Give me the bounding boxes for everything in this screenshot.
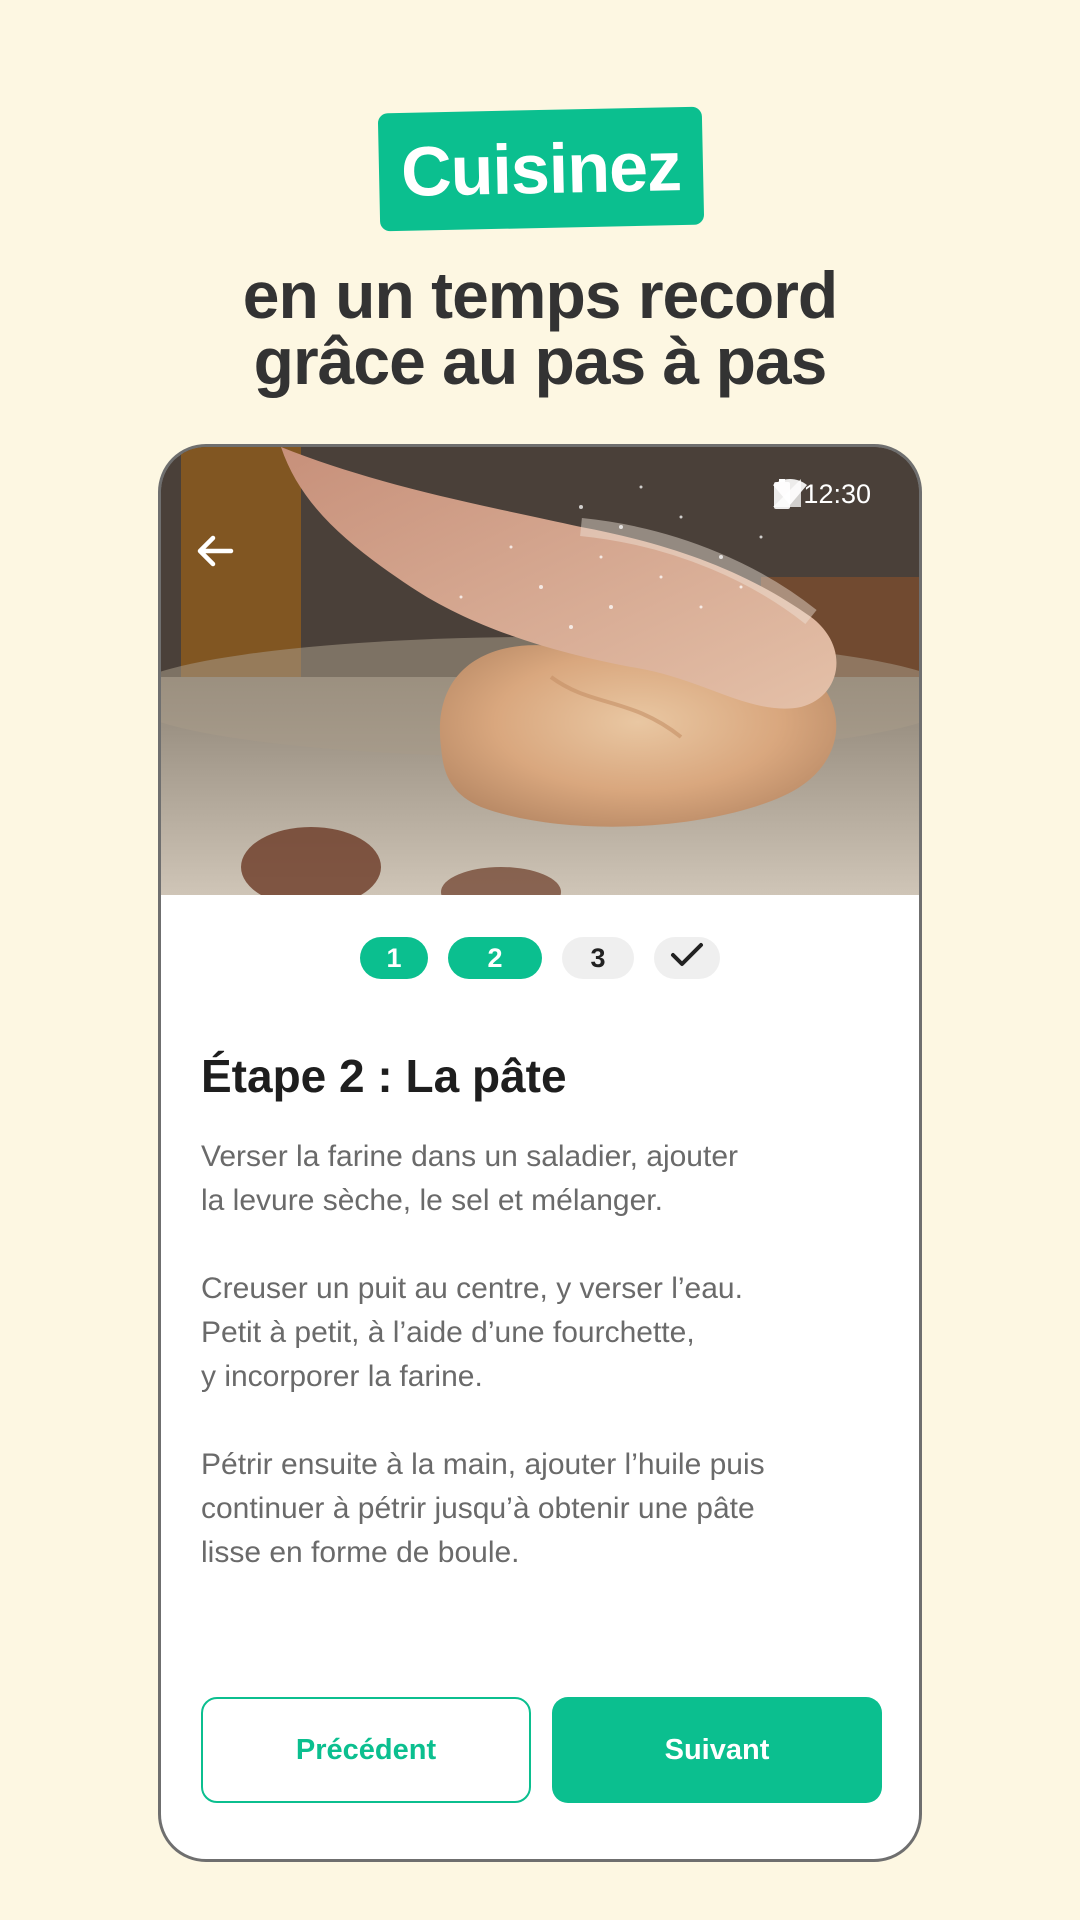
step-pill-3[interactable]: 3 [562,937,634,979]
instruction-line: Creuser un puit au centre, y verser l’ea… [201,1272,743,1305]
status-bar: 12:30 [773,479,871,510]
instruction-line: Petit à petit, à l’aide d’une fourchette… [201,1316,695,1349]
headline-line-2: grâce au pas à pas [253,324,828,398]
step-pill-1[interactable]: 1 [360,937,428,979]
previous-button[interactable]: Précédent [201,1697,531,1803]
step-title: Étape 2 : La pâte [201,1050,567,1102]
step-pill-2[interactable]: 2 [448,937,542,979]
instruction-line: continuer à pétrir jusqu’à obtenir une p… [201,1492,755,1525]
step-instructions: Verser la farine dans un saladier, ajout… [201,1135,891,1575]
headline: en un temps record grâce au pas à pas [0,262,1080,394]
step-pill-label: 2 [487,942,503,973]
phone-frame: 12:30 1 2 3 Étape 2 : La pâte Verser la … [158,444,922,1862]
back-button[interactable] [195,531,255,591]
instruction-line: Verser la farine dans un saladier, ajout… [201,1140,738,1173]
instruction-line: la levure sèche, le sel et mélanger. [201,1184,663,1217]
check-icon [670,942,704,975]
instruction-line: y incorporer la farine. [201,1360,483,1393]
instruction-paragraph: Verser la farine dans un saladier, ajout… [201,1135,891,1223]
instruction-paragraph: Pétrir ensuite à la main, ajouter l’huil… [201,1443,891,1575]
hero-badge: Cuisinez [377,106,705,232]
instruction-line: lisse en forme de boule. [201,1536,520,1569]
next-button[interactable]: Suivant [552,1697,882,1803]
step-pill-label: 1 [386,942,402,973]
recipe-photo: 12:30 [161,447,919,895]
step-indicator: 1 2 3 [161,937,919,979]
step-pill-finish[interactable] [654,937,720,979]
instruction-line: Pétrir ensuite à la main, ajouter l’huil… [201,1448,765,1481]
dough-illustration [161,447,919,895]
status-time: 12:30 [803,479,871,509]
step-pill-label: 3 [590,942,606,973]
headline-line-1: en un temps record [242,258,838,332]
instruction-paragraph: Creuser un puit au centre, y verser l’ea… [201,1267,891,1399]
